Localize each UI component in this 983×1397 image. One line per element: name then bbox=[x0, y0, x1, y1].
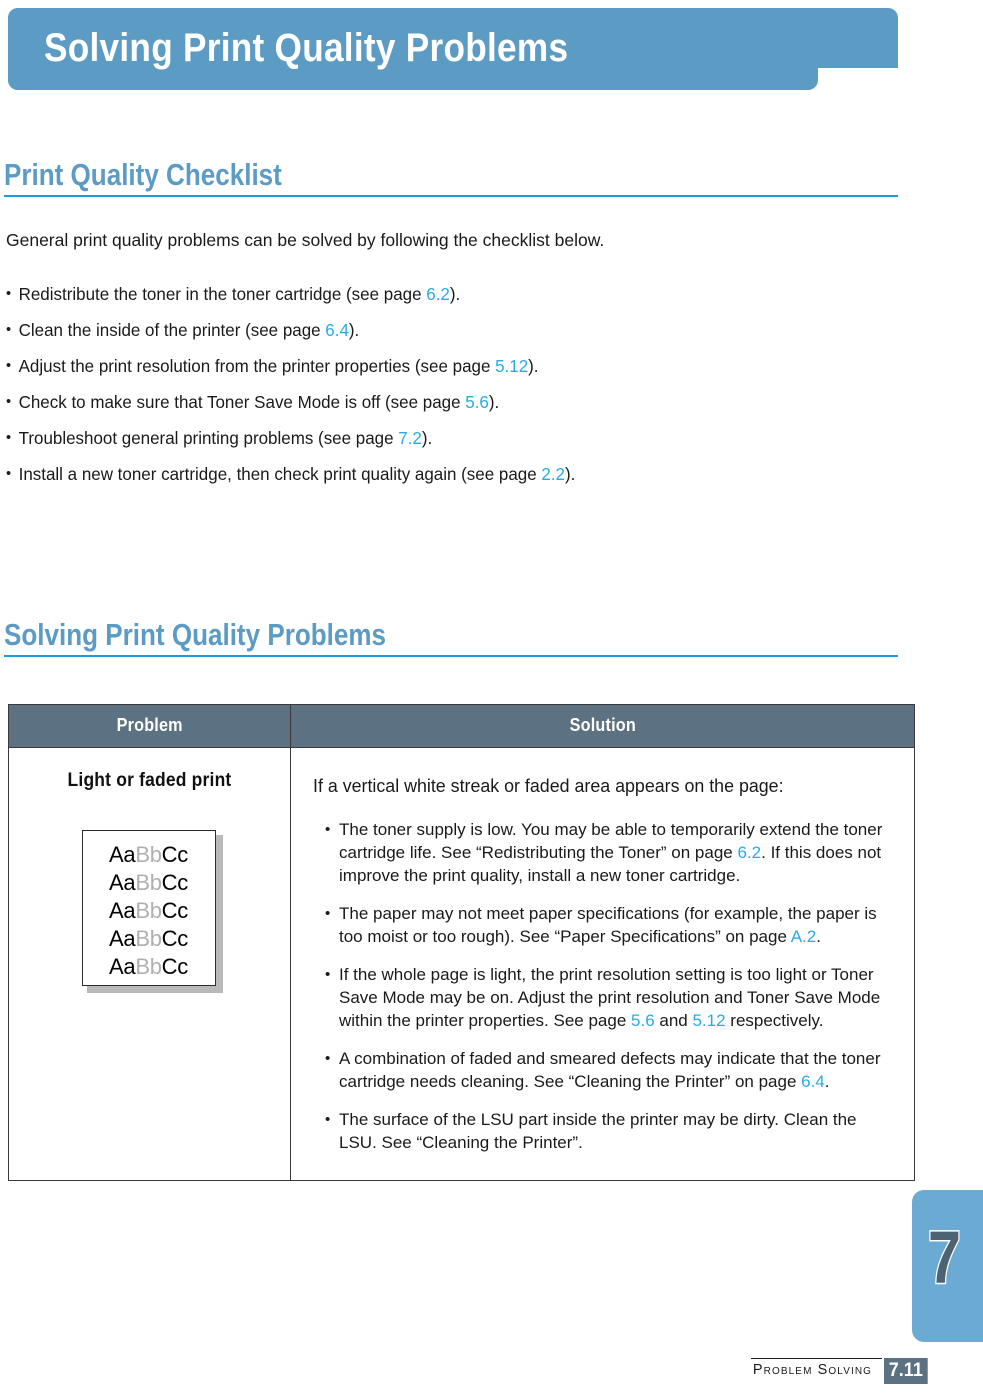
list-item-text: Adjust the print resolution from the pri… bbox=[18, 356, 539, 376]
banner-shape-left bbox=[8, 8, 38, 90]
sample-text-line: AaBbCc bbox=[109, 842, 188, 867]
sample-page-box: AaBbCc AaBbCc AaBbCc AaBbCc AaBbCc bbox=[81, 830, 216, 986]
page-reference: 5.12 bbox=[495, 356, 529, 376]
checklist-intro-paragraph: General print quality problems can be so… bbox=[6, 230, 605, 250]
section-heading-checklist: Print Quality Checklist bbox=[4, 158, 898, 197]
page-reference: 5.12 bbox=[692, 1011, 726, 1030]
chapter-tab: 7 bbox=[912, 1190, 983, 1342]
chapter-title: Solving Print Quality Problems bbox=[44, 26, 569, 70]
bullet-marker-icon: • bbox=[6, 321, 12, 338]
page-reference: 6.2 bbox=[737, 843, 762, 862]
bullet-marker-icon: • bbox=[6, 393, 12, 410]
list-item: • The surface of the LSU part inside the… bbox=[313, 1108, 896, 1154]
checklist-bullet-list: • Redistribute the toner in the toner ca… bbox=[6, 283, 896, 499]
problem-cell: Light or faded print AaBbCc AaBbCc AaBbC… bbox=[8, 747, 291, 1181]
list-item: • Install a new toner cartridge, then ch… bbox=[6, 463, 869, 485]
page-reference: A.2 bbox=[790, 927, 817, 946]
list-item-text: Redistribute the toner in the toner cart… bbox=[18, 284, 461, 304]
chapter-tab-number: 7 bbox=[927, 1215, 962, 1301]
print-sample-image: AaBbCc AaBbCc AaBbCc AaBbCc AaBbCc bbox=[81, 830, 223, 993]
bullet-marker-icon: • bbox=[6, 285, 12, 302]
column-header-problem: Problem bbox=[8, 704, 291, 748]
list-item-text: Clean the inside of the printer (see pag… bbox=[18, 320, 360, 340]
list-item: • Check to make sure that Toner Save Mod… bbox=[6, 391, 869, 413]
list-item: • The paper may not meet paper specifica… bbox=[313, 902, 896, 948]
list-item-text: Troubleshoot general printing problems (… bbox=[18, 428, 433, 448]
page-reference: 6.2 bbox=[426, 284, 450, 304]
bullet-marker-icon: • bbox=[325, 1050, 331, 1067]
page-reference: 2.2 bbox=[541, 464, 565, 484]
table-header-row: Problem Solution bbox=[8, 704, 915, 748]
bullet-marker-icon: • bbox=[325, 1111, 331, 1128]
list-item-text: The paper may not meet paper specificati… bbox=[339, 904, 877, 946]
bullet-marker-icon: • bbox=[6, 429, 12, 446]
bullet-marker-icon: • bbox=[6, 357, 12, 374]
list-item: • Adjust the print resolution from the p… bbox=[6, 355, 869, 377]
section-heading-solving-text: Solving Print Quality Problems bbox=[4, 617, 387, 652]
bullet-marker-icon: • bbox=[325, 905, 331, 922]
problem-solution-table: Problem Solution Light or faded print Aa… bbox=[8, 704, 915, 1181]
column-header-solution: Solution bbox=[290, 704, 915, 748]
chapter-banner: Solving Print Quality Problems bbox=[8, 8, 898, 90]
list-item: • Redistribute the toner in the toner ca… bbox=[6, 283, 869, 305]
list-item: • If the whole page is light, the print … bbox=[313, 963, 896, 1032]
list-item-text: A combination of faded and smeared defec… bbox=[339, 1049, 881, 1091]
page-reference: 6.4 bbox=[325, 320, 349, 340]
list-item: • Troubleshoot general printing problems… bbox=[6, 427, 869, 449]
table-row: Light or faded print AaBbCc AaBbCc AaBbC… bbox=[8, 747, 915, 1181]
sample-text-line: AaBbCc bbox=[109, 926, 188, 951]
page-number: 7.11 bbox=[884, 1358, 928, 1384]
list-item: • A combination of faded and smeared def… bbox=[313, 1047, 896, 1093]
footer-section-label: Problem Solving bbox=[750, 1358, 883, 1378]
section-heading-rule bbox=[4, 195, 898, 197]
bullet-marker-icon: • bbox=[6, 465, 12, 482]
section-heading-checklist-text: Print Quality Checklist bbox=[4, 157, 282, 192]
list-item-text: Check to make sure that Toner Save Mode … bbox=[18, 392, 500, 412]
solution-lead-text: If a vertical white streak or faded area… bbox=[313, 776, 784, 796]
list-item: • Clean the inside of the printer (see p… bbox=[6, 319, 869, 341]
solution-bullet-list: • The toner supply is low. You may be ab… bbox=[313, 818, 896, 1154]
bullet-marker-icon: • bbox=[325, 966, 331, 983]
list-item-text: The toner supply is low. You may be able… bbox=[339, 820, 883, 885]
page-reference: 5.6 bbox=[631, 1011, 655, 1030]
list-item-text: Install a new toner cartridge, then chec… bbox=[18, 464, 576, 484]
bullet-marker-icon: • bbox=[325, 821, 331, 838]
problem-label: Light or faded print bbox=[67, 770, 232, 791]
list-item: • The toner supply is low. You may be ab… bbox=[313, 818, 896, 887]
list-item-text: The surface of the LSU part inside the p… bbox=[339, 1110, 857, 1152]
sample-text-line: AaBbCc bbox=[109, 870, 188, 895]
section-heading-rule bbox=[4, 655, 898, 657]
page-reference: 7.2 bbox=[398, 428, 422, 448]
list-item-text: If the whole page is light, the print re… bbox=[339, 965, 881, 1030]
section-heading-solving: Solving Print Quality Problems bbox=[4, 618, 898, 657]
page-footer: Problem Solving 7.11 bbox=[0, 1358, 983, 1390]
sample-text-line: AaBbCc bbox=[109, 954, 188, 979]
solution-cell: If a vertical white streak or faded area… bbox=[290, 747, 915, 1181]
sample-text-line: AaBbCc bbox=[109, 898, 188, 923]
page-reference: 6.4 bbox=[801, 1072, 825, 1091]
page-reference: 5.6 bbox=[465, 392, 489, 412]
